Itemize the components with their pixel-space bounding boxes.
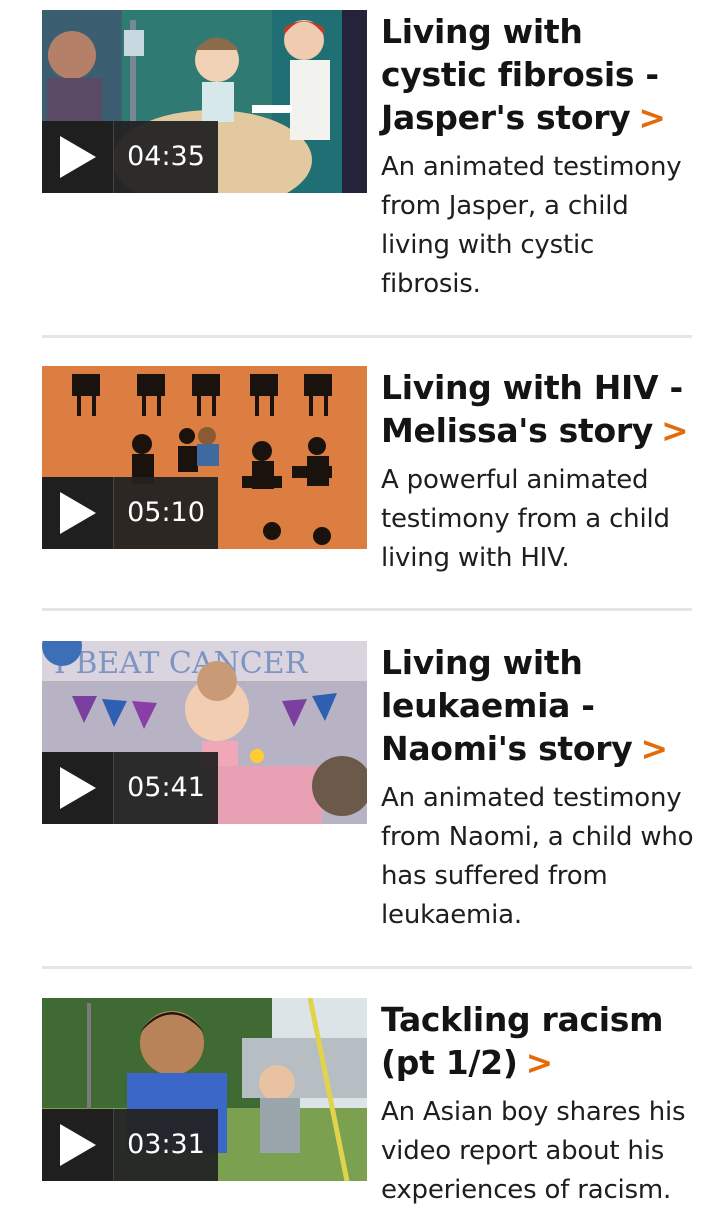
video-title-link[interactable]: Tackling racism (pt 1/2) > [381, 998, 699, 1084]
video-title: Living with cystic fibrosis - Jasper's s… [381, 12, 659, 137]
video-player-overlay[interactable]: 04:35 [42, 121, 218, 193]
banner-text: I BEAT CANCER [54, 646, 309, 681]
video-title-link[interactable]: Living with leukaemia - Naomi's story > [381, 641, 699, 770]
divider [42, 966, 692, 969]
divider [42, 608, 692, 611]
chevron-right-icon: > [640, 729, 668, 768]
chevron-right-icon: > [525, 1043, 554, 1082]
play-button[interactable] [42, 752, 114, 824]
video-duration: 05:41 [114, 752, 218, 824]
video-thumbnail[interactable]: I BEAT CANCER 05:41 [42, 641, 367, 824]
play-icon [60, 136, 96, 178]
video-description: An animated testimony from Naomi, a chil… [381, 783, 694, 930]
video-duration: 04:35 [114, 121, 218, 193]
video-title: Tackling racism (pt 1/2) [381, 1000, 664, 1082]
video-title-link[interactable]: Living with cystic fibrosis - Jasper's s… [381, 10, 699, 139]
play-icon [60, 492, 96, 534]
video-thumbnail[interactable]: 04:35 [42, 10, 367, 193]
play-icon [60, 1124, 96, 1166]
video-title-link[interactable]: Living with HIV - Melissa's story > [381, 366, 699, 452]
video-player-overlay[interactable]: 05:10 [42, 477, 218, 549]
video-player-overlay[interactable]: 05:41 [42, 752, 218, 824]
chevron-right-icon: > [638, 98, 666, 137]
play-button[interactable] [42, 1109, 114, 1181]
play-button[interactable] [42, 477, 114, 549]
video-title: Living with leukaemia - Naomi's story [381, 643, 633, 768]
chevron-right-icon: > [661, 411, 689, 450]
play-button[interactable] [42, 121, 114, 193]
video-thumbnail[interactable]: 03:31 [42, 998, 367, 1181]
video-thumbnail[interactable]: 05:10 [42, 366, 367, 549]
divider [42, 335, 692, 338]
video-duration: 05:10 [114, 477, 218, 549]
video-title: Living with HIV - Melissa's story [381, 368, 683, 450]
video-duration: 03:31 [114, 1109, 218, 1181]
video-player-overlay[interactable]: 03:31 [42, 1109, 218, 1181]
play-icon [60, 767, 96, 809]
video-description: An Asian boy shares his video report abo… [381, 1097, 686, 1205]
video-description: An animated testimony from Jasper, a chi… [381, 152, 682, 299]
video-description: A powerful animated testimony from a chi… [381, 465, 670, 573]
